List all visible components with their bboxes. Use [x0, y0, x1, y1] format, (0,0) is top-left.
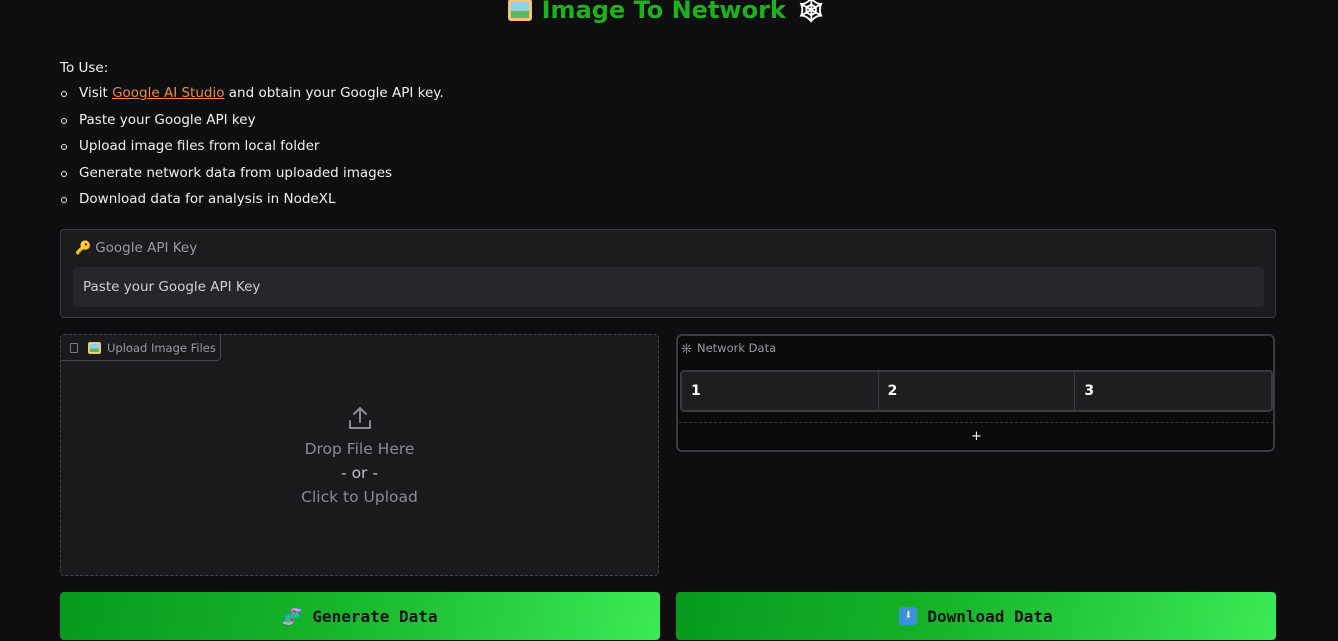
table-column-header[interactable]: 2: [879, 372, 1076, 410]
key-icon: 🔑: [75, 240, 92, 256]
page-title-text: Image To Network: [541, 0, 786, 24]
list-item: Visit Google AI Studio and obtain your G…: [60, 85, 444, 112]
file-icon: [70, 342, 78, 353]
network-data-panel: Network Data 1 2 3 +: [676, 334, 1275, 452]
dna-icon: 🧬: [282, 606, 303, 626]
spider-web-icon: 🕸: [795, 0, 827, 24]
api-key-panel: 🔑 Google API Key: [60, 229, 1276, 318]
framed-picture-icon: [88, 341, 101, 354]
api-key-input[interactable]: [73, 267, 1264, 307]
list-item: Upload image files from local folder: [60, 138, 444, 165]
list-item: Download data for analysis in NodeXL: [60, 191, 444, 218]
or-text: - or -: [341, 464, 378, 482]
instructions: To Use: Visit Google AI Studio and obtai…: [60, 60, 444, 218]
framed-picture-icon: [507, 0, 532, 21]
step-text: Visit: [79, 85, 113, 101]
upload-tab: Upload Image Files: [61, 335, 221, 361]
page-title: Image To Network 🕸: [0, 0, 1334, 24]
download-data-label: Download Data: [927, 606, 1053, 626]
upload-tab-label: Upload Image Files: [107, 340, 216, 355]
network-data-label-text: Network Data: [697, 341, 777, 355]
upload-prompt[interactable]: Drop File Here - or - Click to Upload: [61, 405, 658, 509]
drop-file-text: Drop File Here: [304, 440, 415, 458]
table-column-header[interactable]: 1: [682, 372, 879, 410]
click-to-upload-text: Click to Upload: [301, 488, 418, 506]
table-column-header[interactable]: 3: [1075, 372, 1271, 410]
step-text: and obtain your Google API key.: [224, 85, 444, 101]
api-key-label: 🔑 Google API Key: [75, 240, 197, 256]
down-arrow-icon: ⬇: [899, 607, 918, 625]
generate-data-label: Generate Data: [312, 606, 438, 626]
api-key-label-text: Google API Key: [95, 240, 198, 256]
download-data-button[interactable]: ⬇ Download Data: [676, 592, 1276, 640]
list-item: Paste your Google API key: [60, 112, 444, 139]
generate-data-button[interactable]: 🧬 Generate Data: [60, 592, 660, 640]
network-data-table: 1 2 3: [680, 370, 1273, 412]
instructions-list: Visit Google AI Studio and obtain your G…: [60, 85, 444, 218]
list-item: Generate network data from uploaded imag…: [60, 165, 444, 192]
upload-icon: [348, 407, 371, 429]
network-data-label: Network Data: [681, 341, 776, 355]
google-ai-studio-link[interactable]: Google AI Studio: [112, 85, 224, 101]
add-row-button[interactable]: +: [679, 422, 1274, 450]
instructions-heading: To Use:: [60, 60, 109, 76]
network-icon: [681, 343, 692, 353]
app-page: Image To Network 🕸 To Use: Visit Google …: [0, 0, 1338, 641]
upload-dropzone[interactable]: Upload Image Files Drop File Here - or -…: [60, 334, 659, 576]
